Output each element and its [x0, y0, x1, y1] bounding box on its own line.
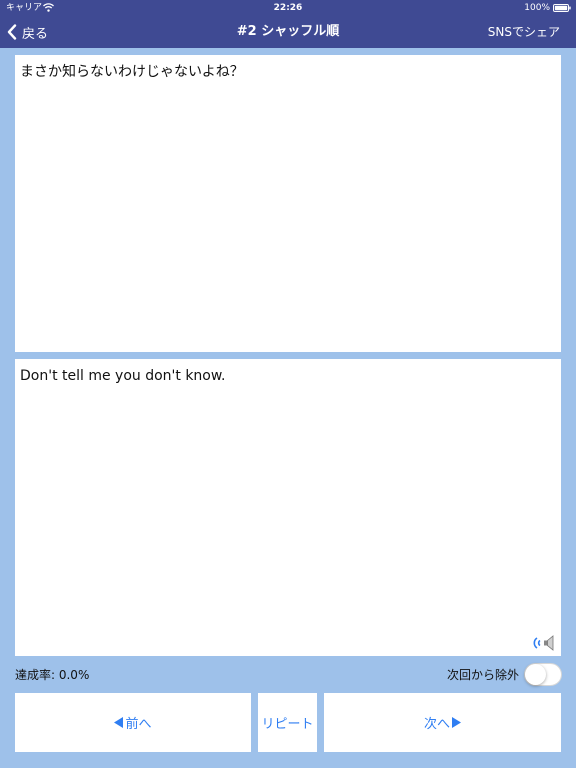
next-button[interactable]: 次へ: [324, 693, 561, 752]
status-bar: キャリア 22:26 100%: [0, 0, 576, 16]
repeat-button[interactable]: リピート: [258, 693, 317, 752]
status-time: 22:26: [273, 3, 303, 13]
next-label: 次へ: [423, 717, 450, 732]
speaker-icon[interactable]: [531, 634, 557, 652]
prev-label: 前へ: [125, 717, 152, 732]
triangle-right-icon: [452, 717, 461, 728]
answer-card: Don't tell me you don't know.: [15, 359, 561, 656]
share-button[interactable]: SNSでシェア: [488, 16, 560, 48]
exclude-label: 次回から除外: [446, 668, 519, 682]
exclude-toggle[interactable]: [524, 663, 562, 686]
prev-button[interactable]: 前へ: [15, 693, 251, 752]
answer-text: Don't tell me you don't know.: [20, 368, 226, 384]
status-battery-text: 100%: [524, 3, 550, 13]
question-card: まさか知らないわけじゃないよね？: [15, 55, 561, 352]
triangle-left-icon: [114, 717, 124, 728]
repeat-label: リピート: [261, 717, 314, 732]
toggle-knob: [525, 664, 546, 685]
progress-label: 達成率: 0.0%: [15, 668, 90, 682]
battery-icon: [553, 4, 571, 12]
question-text: まさか知らないわけじゃないよね？: [20, 64, 244, 80]
nav-bar: 戻る #2 シャッフル順 SNSでシェア: [0, 16, 576, 48]
